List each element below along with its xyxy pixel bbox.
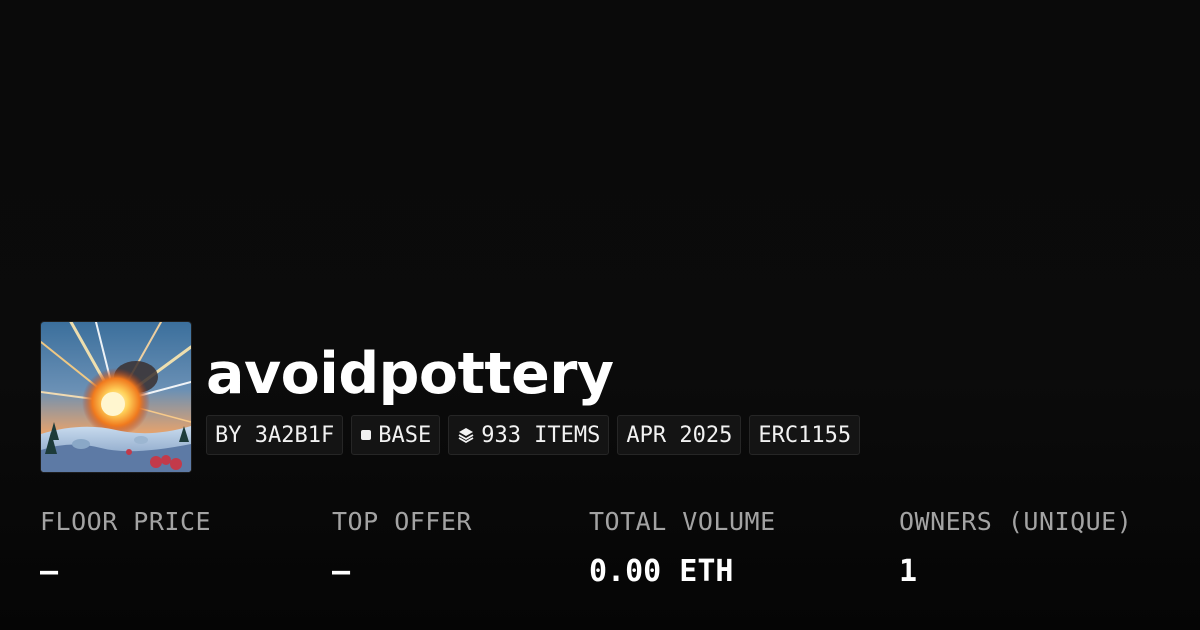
items-label: 933 ITEMS: [481, 422, 601, 448]
top-offer-label: TOP OFFER: [332, 507, 472, 536]
square-icon: [360, 429, 372, 441]
collection-thumbnail: [40, 321, 192, 473]
items-tag[interactable]: 933 ITEMS: [448, 415, 610, 455]
owners-value: 1: [899, 554, 918, 589]
chain-tag[interactable]: BASE: [351, 415, 441, 455]
total-volume-value: 0.00 ETH: [589, 554, 734, 589]
date-tag: APR 2025: [617, 415, 742, 455]
chain-label: BASE: [378, 422, 432, 448]
top-offer-value: –: [332, 554, 351, 589]
total-volume-label: TOTAL VOLUME: [589, 507, 776, 536]
collection-tags: BY 3A2B1F BASE 933 ITEMS APR 2025 ERC115…: [206, 415, 861, 455]
top-offer-stat: TOP OFFER –: [332, 504, 472, 590]
owners-label: OWNERS (UNIQUE): [899, 507, 1133, 536]
standard-tag: ERC1155: [749, 415, 861, 455]
creator-label: BY 3A2B1F: [215, 422, 335, 448]
floor-price-stat: FLOOR PRICE –: [40, 504, 211, 590]
date-label: APR 2025: [626, 422, 733, 448]
explosion-artwork-icon: [41, 322, 191, 472]
floor-price-value: –: [40, 554, 59, 589]
layers-icon: [457, 426, 475, 444]
creator-tag[interactable]: BY 3A2B1F: [206, 415, 344, 455]
collection-title: avoidpottery: [206, 341, 614, 407]
total-volume-stat: TOTAL VOLUME 0.00 ETH: [589, 504, 776, 590]
standard-label: ERC1155: [758, 422, 852, 448]
floor-price-label: FLOOR PRICE: [40, 507, 212, 536]
owners-stat: OWNERS (UNIQUE) 1: [899, 504, 1132, 590]
